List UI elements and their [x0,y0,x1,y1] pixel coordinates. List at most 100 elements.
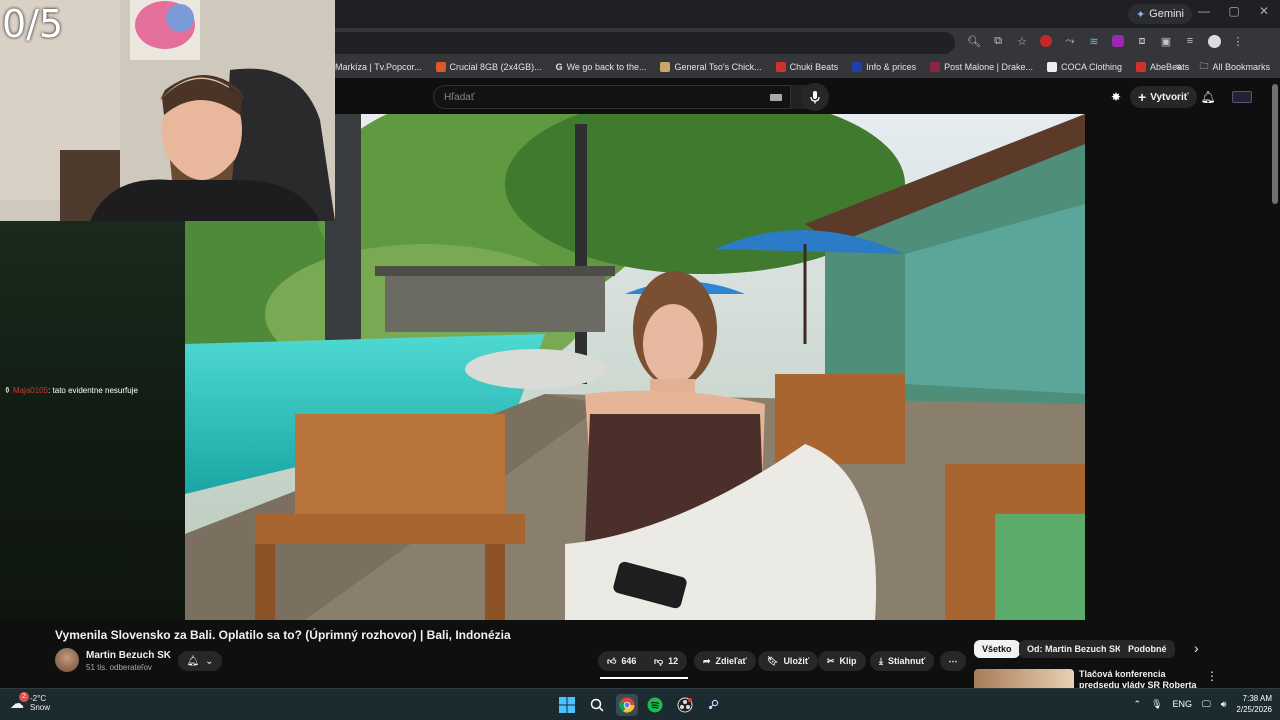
extension-purple-icon[interactable] [1109,32,1127,50]
bookmark-label: We go back to the... [566,62,647,72]
download-button[interactable]: ⤓ Stiahnuť [870,651,935,671]
extension-red-icon[interactable] [1037,32,1055,50]
account-avatar[interactable] [1231,88,1253,106]
bookmark-item[interactable]: Crucial 8GB (2x4GB)... [435,62,542,72]
search-input[interactable]: Hľadať [433,85,791,109]
chip-all[interactable]: Všetko [974,640,1020,658]
channel-avatar[interactable] [55,648,79,672]
bookmark-icon: 🔖︎ [767,655,779,666]
volume-icon[interactable]: 🔊︎ [1221,699,1227,710]
bookmark-label: COCA Clothing [1061,62,1123,72]
clip-button[interactable]: ✂ Klip [818,651,866,671]
weather-widget[interactable]: ☁ 2 -2°C Snow [10,691,51,712]
clip-label: Klip [839,656,857,666]
close-icon[interactable]: ✕ [1254,4,1274,18]
network-icon[interactable]: 🖵︎ [1202,699,1211,710]
all-bookmarks-button[interactable]: 🗀 All Bookmarks [1199,59,1270,75]
recommended-menu-icon[interactable]: ⋮ [1206,669,1218,683]
chrome-icon[interactable] [616,694,638,716]
profile-icon[interactable] [1205,32,1223,50]
clock-time: 7:38 AM [1242,694,1272,703]
chip-from-channel[interactable]: Od: Martin Bezuch SK [1019,640,1130,658]
create-button[interactable]: + Vytvoriť [1130,86,1197,108]
bookmark-item[interactable]: COCA Clothing [1047,62,1122,72]
save-button[interactable]: 🔖︎ Uložiť [758,651,819,671]
all-bookmarks-label: All Bookmarks [1212,62,1270,72]
share-button[interactable]: ➦ Zdieľať [694,651,756,671]
address-actions: 🔍︎ ⧉ ☆ ⤳ ≋ ⧈ ▣ ≡ ⋮ [965,32,1247,50]
download-label: Stiahnuť [887,656,926,666]
language-indicator[interactable]: ENG [1173,699,1193,709]
video-title: Vymenila Slovensko za Bali. Oplatilo sa … [55,628,511,642]
bookmark-star-icon[interactable]: ☆ [1013,32,1031,50]
spotify-icon[interactable] [646,696,664,714]
microphone-icon[interactable]: 🎙︎ [1151,699,1162,710]
bookmark-item[interactable]: G We go back to the... [556,62,647,72]
bookmark-label: Markíza | Tv.Popcor... [335,62,422,72]
bookmark-label: General Tso's Chick... [674,62,762,72]
page-scrollbar[interactable] [1272,84,1278,204]
chevron-up-icon[interactable]: ⌃ [1134,699,1142,710]
bookmark-item[interactable]: Post Malone | Drake... [930,62,1033,72]
clock-date: 2/25/2026 [1236,705,1272,714]
bookmark-label: Chuki Beats [789,62,839,72]
extension-grey-icon[interactable]: ⤳ [1061,32,1079,50]
address-bar-row: 🔍︎ ⧉ ☆ ⤳ ≋ ⧈ ▣ ≡ ⋮ [335,28,1280,56]
like-count: 646 [621,656,637,666]
media-controls-icon[interactable]: ≡ [1181,32,1199,50]
dislike-button[interactable]: 👎︎ 12 [645,651,688,671]
chat-message: ⚱ Maja0105: tato evidentne nesurfuje [4,386,138,395]
dislike-count: 12 [668,656,679,666]
menu-icon[interactable]: ⋮ [1229,32,1247,50]
like-button[interactable]: 👍︎ 646 [598,651,646,671]
bookmarks-overflow-icon[interactable]: » [1176,61,1182,73]
chip-related[interactable]: Podobné [1120,640,1175,658]
more-actions-button[interactable]: ⋯ [940,651,966,671]
subscription-bell-button[interactable]: 🔔︎ ⌄ [178,651,222,671]
gemini-button[interactable]: ✦ Gemini [1127,4,1192,24]
weather-condition: Snow [30,703,51,712]
windows-taskbar: ☁2 -2°C Snow ⌃ 🎙︎ ENG 🖵︎ � [0,688,1280,720]
bookmark-favicon [775,62,786,72]
recommended-thumbnail[interactable] [974,669,1074,689]
side-panel-icon[interactable]: ▣ [1157,32,1175,50]
share-icon: ➦ [703,655,711,666]
google-icon: G [555,62,563,72]
gear-badge-icon[interactable]: ✸ [1107,88,1125,106]
bookmark-item[interactable]: General Tso's Chick... [660,62,762,72]
obs-icon[interactable] [676,696,694,714]
bookmark-label: Crucial 8GB (2x4GB)... [449,62,542,72]
keyboard-icon[interactable] [770,94,782,101]
notifications-bell-icon[interactable]: 🔔︎ [1199,88,1217,106]
browser-titlebar: ✦ Gemini — ▢ ✕ [335,0,1280,28]
stream-chat-panel: ⚱ Maja0105: tato evidentne nesurfuje [0,221,185,620]
more-horizontal-icon: ⋯ [948,655,958,666]
minimize-icon[interactable]: — [1194,4,1214,18]
bookmark-favicon [852,62,863,72]
chat-username: Maja0105 [12,386,49,395]
search-icon[interactable] [588,696,606,714]
windows-start-icon[interactable] [558,696,576,714]
install-app-icon[interactable]: ⧉ [989,32,1007,50]
download-icon: ⤓ [879,655,883,666]
bookmark-favicon [435,62,446,72]
bookmarks-bar: Markíza | Tv.Popcor... Crucial 8GB (2x4G… [335,56,1280,78]
bookmark-item[interactable]: Markíza | Tv.Popcor... [335,62,422,72]
extension-blue-icon[interactable]: ≋ [1085,32,1103,50]
channel-name[interactable]: Martin Bezuch SK [86,650,171,661]
search-placeholder: Hľadať [444,92,475,103]
video-info: Vymenila Slovensko za Bali. Oplatilo sa … [0,620,1280,701]
chips-next-icon[interactable]: › [1194,640,1199,656]
address-field[interactable] [335,32,955,54]
bookmark-item[interactable]: Info & prices [852,62,916,72]
clock[interactable]: 7:38 AM 2/25/2026 [1236,693,1272,715]
extensions-puzzle-icon[interactable]: ⧈ [1133,32,1151,50]
bookmark-favicon [660,62,671,72]
voice-search-button[interactable] [801,83,829,111]
webcam-overlay: 0/5 [0,0,335,221]
gemini-label: Gemini [1149,8,1184,20]
zoom-icon[interactable]: 🔍︎ [965,32,983,50]
steam-icon[interactable] [704,696,722,714]
bookmark-item[interactable]: Chuki Beats [775,62,839,72]
maximize-icon[interactable]: ▢ [1224,4,1244,18]
